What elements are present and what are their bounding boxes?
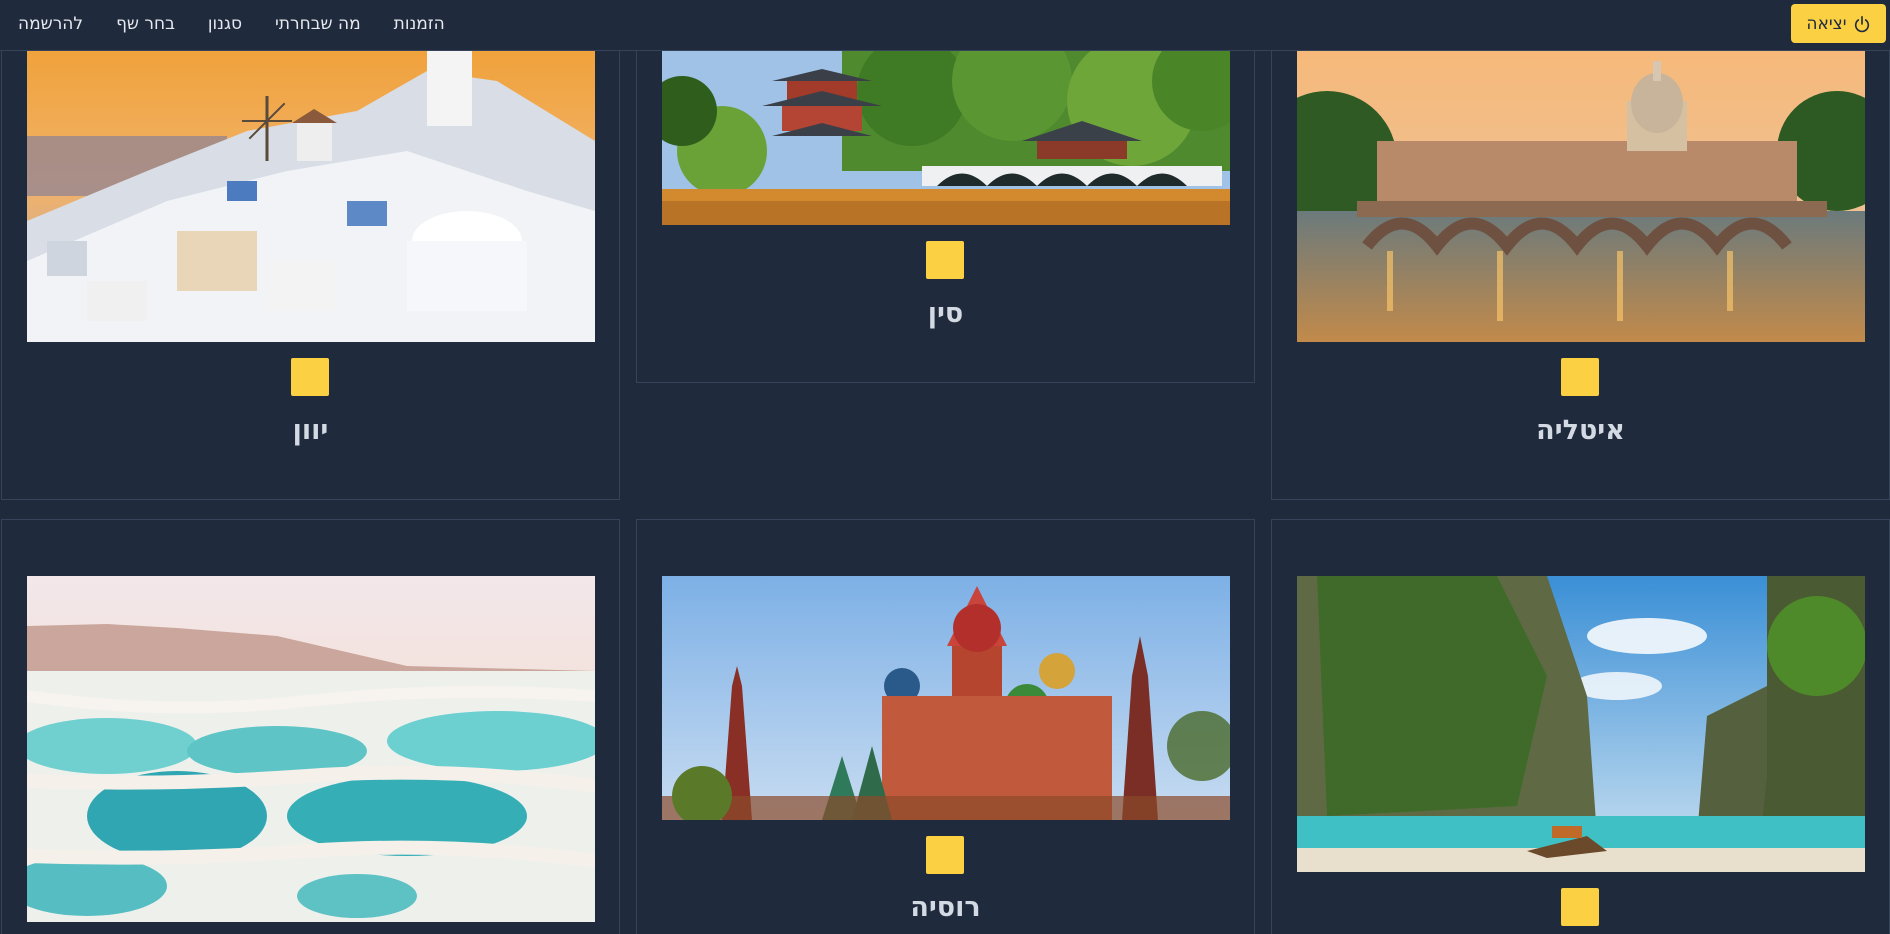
destination-title-china: סין	[927, 298, 964, 329]
nav-links: להרשמה בחר שף סגנון מה שבחרתי הזמנות	[18, 0, 445, 48]
destination-image-china	[662, 51, 1230, 225]
nav-link-choose-chef[interactable]: בחר שף	[116, 14, 175, 34]
destination-badge-china	[926, 241, 964, 279]
power-icon	[1854, 15, 1869, 32]
destination-card-china[interactable]: סין	[636, 0, 1255, 383]
nav-link-my-selection[interactable]: מה שבחרתי	[275, 14, 361, 34]
logout-label: יציאה	[1806, 13, 1847, 34]
destination-image-dead-sea	[27, 576, 595, 922]
destination-badge-italy	[1561, 358, 1599, 396]
destination-image-thailand	[1297, 576, 1865, 872]
destination-card-thailand[interactable]	[1271, 519, 1890, 934]
destination-card-russia[interactable]: רוסיה	[636, 519, 1255, 934]
destination-badge-russia	[926, 836, 964, 874]
destination-image-greece	[27, 51, 595, 342]
top-navbar: להרשמה בחר שף סגנון מה שבחרתי הזמנות יצי…	[0, 0, 1890, 51]
destination-title-greece: יוון	[292, 415, 329, 446]
nav-link-orders[interactable]: הזמנות	[394, 14, 445, 34]
nav-link-style[interactable]: סגנון	[208, 14, 242, 34]
destination-badge-thailand	[1561, 888, 1599, 926]
destination-card-dead-sea[interactable]	[1, 519, 620, 934]
logout-button[interactable]: יציאה	[1791, 4, 1886, 43]
destination-image-russia	[662, 576, 1230, 820]
nav-link-register[interactable]: להרשמה	[18, 14, 83, 34]
destination-card-italy[interactable]: איטליה	[1271, 0, 1890, 500]
destination-image-italy	[1297, 51, 1865, 342]
destination-card-greece[interactable]: יוון	[1, 0, 620, 500]
destination-badge-greece	[291, 358, 329, 396]
destination-title-russia: רוסיה	[910, 892, 981, 923]
destination-title-italy: איטליה	[1536, 415, 1625, 446]
